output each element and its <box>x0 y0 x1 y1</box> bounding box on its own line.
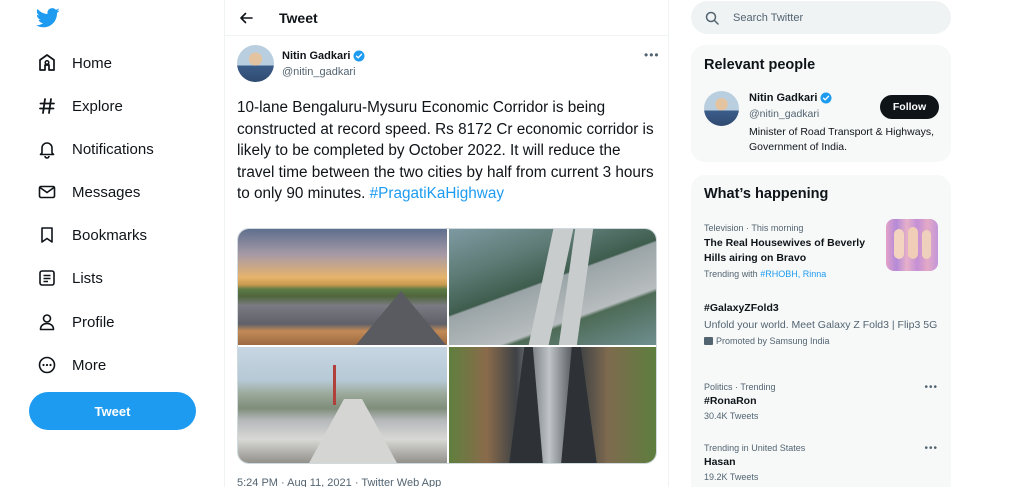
author-handle[interactable]: @nitin_gadkari <box>282 66 356 78</box>
tweet-text: 10-lane Bengaluru-Mysuru Economic Corrid… <box>237 97 657 205</box>
nav-more-label: More <box>72 356 107 374</box>
trend-item[interactable]: Trending in United States ••• Hasan 19.2… <box>704 443 944 482</box>
right-sidebar: Relevant people Nitin Gadkari @nitin_gad… <box>682 0 972 487</box>
relevant-person-bio: Minister of Road Transport & Highways, G… <box>749 126 934 153</box>
bell-icon <box>34 136 60 162</box>
tweet-photo-4[interactable] <box>449 347 656 463</box>
twitter-logo-icon[interactable] <box>36 8 60 28</box>
tweet-media-grid <box>237 228 657 464</box>
nav-home[interactable]: Home <box>30 43 112 83</box>
whats-happening-card: What’s happening Television · This morni… <box>691 175 951 487</box>
nav-lists-label: Lists <box>72 269 103 287</box>
trend-title: Hasan <box>704 456 736 468</box>
nav-messages-label: Messages <box>72 183 141 201</box>
highway-lane-shape <box>509 347 543 463</box>
whats-happening-title: What’s happening <box>704 186 829 202</box>
envelope-icon <box>34 179 60 205</box>
promoted-icon <box>704 337 713 345</box>
trend-sub-prefix: Trending with <box>704 269 761 279</box>
promoted-text: Promoted by Samsung India <box>716 336 830 346</box>
highway-lane-shape <box>561 347 597 463</box>
bridge-deck-shape <box>308 399 398 463</box>
home-icon <box>34 50 60 76</box>
nav-home-label: Home <box>72 54 113 72</box>
bookmark-icon <box>34 222 60 248</box>
tweet-photo-3[interactable] <box>238 347 447 463</box>
trend-title: The Real Housewives of Beverly Hills air… <box>704 237 866 264</box>
promoted-label: Promoted by Samsung India <box>704 336 944 346</box>
verified-badge-icon <box>353 50 365 62</box>
nav-notifications[interactable]: Notifications <box>30 129 154 169</box>
nav-notifications-label: Notifications <box>72 140 154 158</box>
trend-item-promoted[interactable]: #GalaxyZFold3 Unfold your world. Meet Ga… <box>704 301 944 346</box>
tweet-hashtag-link[interactable]: #PragatiKaHighway <box>370 185 504 202</box>
search-icon <box>705 11 719 25</box>
back-arrow-icon[interactable] <box>238 10 254 26</box>
page-title: Tweet <box>279 10 318 26</box>
relevant-person-name-row[interactable]: Nitin Gadkari <box>749 92 832 104</box>
thumb-figure-shape <box>894 229 904 259</box>
tweet-more-icon[interactable]: ••• <box>644 48 660 62</box>
thumb-figure-shape <box>908 227 918 259</box>
nav-lists[interactable]: Lists <box>30 258 103 298</box>
relevant-person-handle[interactable]: @nitin_gadkari <box>749 108 819 120</box>
trend-item[interactable]: Politics · Trending ••• #RonaRon 30.4K T… <box>704 382 944 421</box>
trend-sub-link[interactable]: #RHOBH, Rinna <box>760 269 826 279</box>
nav-messages[interactable]: Messages <box>30 172 140 212</box>
crane-shape <box>333 365 336 405</box>
road-shape <box>356 291 446 345</box>
nav-explore-label: Explore <box>72 97 123 115</box>
list-icon <box>34 265 60 291</box>
author-avatar[interactable] <box>237 45 274 82</box>
trend-count: 30.4K Tweets <box>704 411 759 421</box>
trend-context: Politics · Trending <box>704 382 776 392</box>
nav-explore[interactable]: Explore <box>30 86 123 126</box>
search-input[interactable] <box>733 11 933 24</box>
relevant-person-name[interactable]: Nitin Gadkari <box>749 92 817 104</box>
trend-more-icon[interactable]: ••• <box>924 382 938 393</box>
search-box[interactable] <box>691 1 951 34</box>
tweet-timestamp[interactable]: 5:24 PM · Aug 11, 2021 · Twitter Web App <box>237 477 441 487</box>
more-circle-icon <box>34 352 60 378</box>
nav-profile[interactable]: Profile <box>30 302 115 342</box>
nav-more[interactable]: More <box>30 345 106 385</box>
relevant-people-title: Relevant people <box>704 57 816 73</box>
trend-thumbnail[interactable] <box>886 219 938 271</box>
tweet-photo-2[interactable] <box>449 229 656 345</box>
trend-description: Unfold your world. Meet Galaxy Z Fold3 |… <box>704 319 938 331</box>
hashtag-icon <box>34 93 60 119</box>
nav-bookmarks-label: Bookmarks <box>72 226 148 244</box>
trend-more-icon[interactable]: ••• <box>924 443 938 454</box>
trend-title: #RonaRon <box>704 395 757 407</box>
verified-badge-icon <box>820 92 832 104</box>
thumb-figure-shape <box>922 230 931 259</box>
trend-title: #GalaxyZFold3 <box>704 302 779 314</box>
tweet-button[interactable]: Tweet <box>29 392 196 430</box>
left-nav: Home Explore Notifications Messages Book… <box>0 0 225 487</box>
relevant-people-card: Relevant people Nitin Gadkari @nitin_gad… <box>691 45 951 162</box>
tweet-photo-1[interactable] <box>238 229 447 345</box>
trend-context: Trending in United States <box>704 443 806 453</box>
avatar[interactable] <box>704 91 739 126</box>
main-header: Tweet <box>225 0 668 36</box>
nav-bookmarks[interactable]: Bookmarks <box>30 215 147 255</box>
person-icon <box>34 309 60 335</box>
follow-button[interactable]: Follow <box>880 95 939 119</box>
main-column: Tweet Nitin Gadkari @nitin_gadkari ••• 1… <box>224 0 669 487</box>
author-name[interactable]: Nitin Gadkari <box>282 50 350 62</box>
nav-profile-label: Profile <box>72 313 115 331</box>
author-name-row[interactable]: Nitin Gadkari <box>282 50 365 62</box>
trend-count: 19.2K Tweets <box>704 472 759 482</box>
